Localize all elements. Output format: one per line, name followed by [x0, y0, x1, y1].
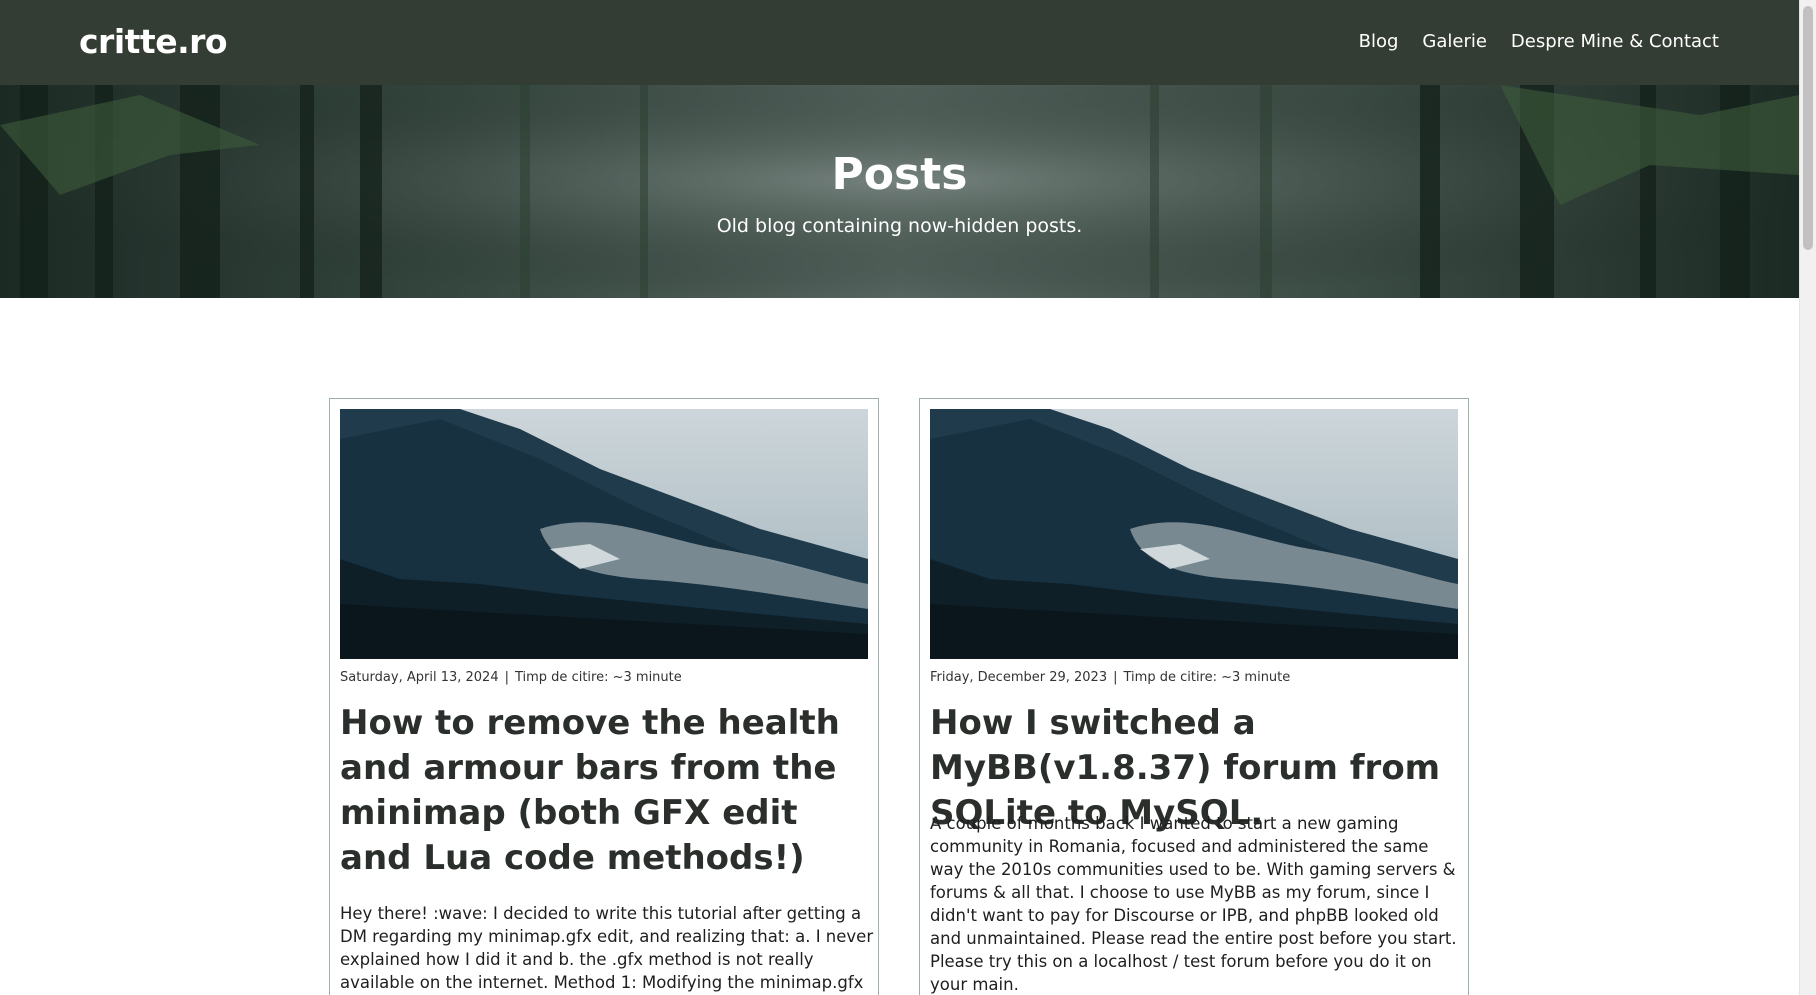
- post-meta: Saturday, April 13, 2024 | Timp de citire:…: [340, 670, 682, 685]
- post-meta: Friday, December 29, 2023 | Timp de citire…: [930, 670, 1290, 685]
- post-reading-time: Timp de citire: ~3 minute: [1123, 670, 1291, 685]
- post-thumbnail-mountain-image[interactable]: [930, 409, 1458, 659]
- post-card[interactable]: Friday, December 29, 2023 | Timp de citire…: [919, 398, 1469, 995]
- meta-separator: |: [504, 670, 509, 685]
- post-excerpt: Hey there! :wave: I decided to write thi…: [340, 904, 874, 992]
- post-excerpt: A couple of months back I wanted to star…: [930, 814, 1457, 994]
- page-title: Posts: [831, 149, 968, 200]
- nav-link-galerie[interactable]: Galerie: [1422, 31, 1487, 52]
- nav-link-blog[interactable]: Blog: [1359, 31, 1399, 52]
- nav-link-despre-mine-contact[interactable]: Despre Mine & Contact: [1511, 31, 1719, 52]
- meta-separator: |: [1113, 670, 1118, 685]
- post-card[interactable]: Saturday, April 13, 2024 | Timp de citire:…: [329, 398, 879, 995]
- post-thumbnail-mountain-image[interactable]: [340, 409, 868, 659]
- scrollbar-thumb[interactable]: [1803, 6, 1813, 250]
- top-navbar: critte.ro Blog Galerie Despre Mine & Con…: [0, 0, 1799, 85]
- site-logo[interactable]: critte.ro: [79, 22, 228, 61]
- post-reading-time: Timp de citire: ~3 minute: [514, 670, 682, 685]
- nav-menu: Blog Galerie Despre Mine & Contact: [1359, 31, 1719, 52]
- post-title[interactable]: How to remove the health and armour bars…: [340, 701, 872, 881]
- post-date: Friday, December 29, 2023: [930, 670, 1108, 685]
- hero-banner: Posts Old blog containing now-hidden pos…: [0, 85, 1799, 298]
- page-scrollbar[interactable]: [1799, 0, 1816, 995]
- post-date: Saturday, April 13, 2024: [340, 670, 499, 685]
- page-subtitle: Old blog containing now-hidden posts.: [716, 215, 1083, 237]
